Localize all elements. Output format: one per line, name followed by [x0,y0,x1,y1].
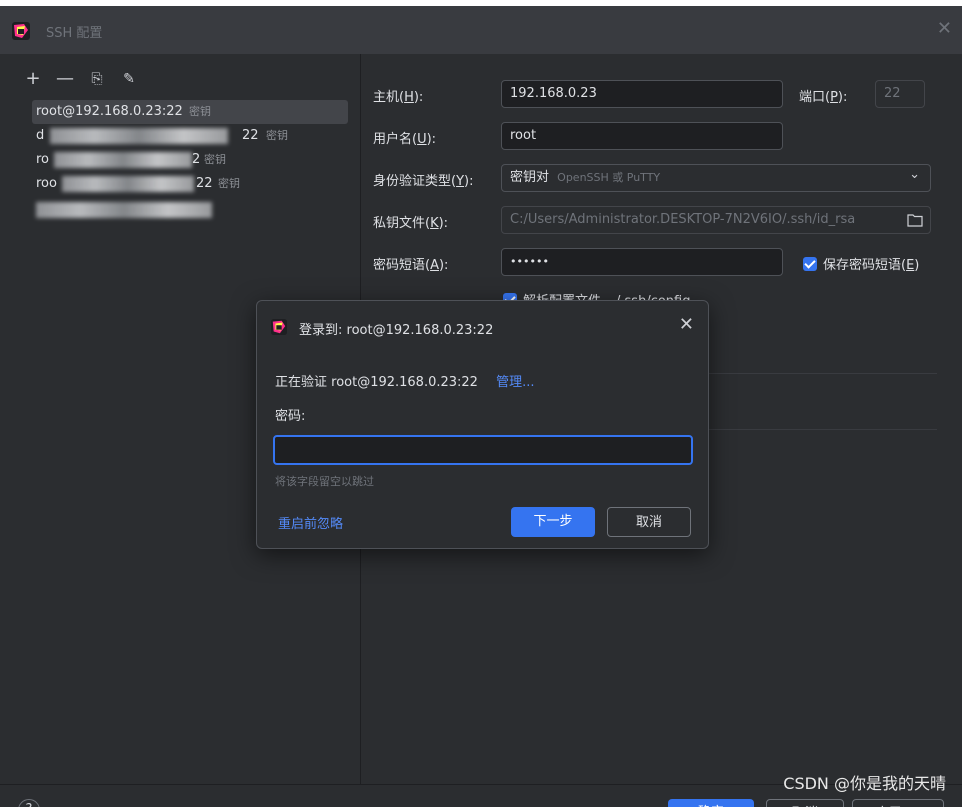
cancel-button[interactable]: 取消 [766,799,844,807]
redacted-blur [50,128,228,144]
list-item-host-suffix: 2 [192,152,201,167]
apply-button[interactable]: 应用(A) [852,799,944,807]
auth-type-hint: OpenSSH 或 PuTTY [557,171,661,184]
list-item-host: d [36,128,45,143]
dialog-close-icon[interactable]: ✕ [679,315,694,335]
keyfile-label: 私钥文件(K): [373,216,449,231]
verifying-text: 正在验证 root@192.168.0.23:22 [275,375,478,390]
app-logo-icon [12,22,30,40]
list-item-tag: 密钥 [218,177,240,190]
ignore-until-restart-link[interactable]: 重启前忽略 [278,513,343,532]
redacted-blur [54,152,192,168]
port-field[interactable]: 22 [875,80,925,108]
ok-button[interactable]: 确定 [668,799,754,807]
help-icon[interactable]: ? [18,799,40,807]
chevron-down-icon: ⌄ [909,167,920,182]
edit-icon[interactable]: ✎ [120,70,138,88]
passphrase-field[interactable]: •••••• [501,248,783,276]
app-logo-icon [271,319,287,335]
port-label: 端口(P): [799,90,848,105]
host-field[interactable]: 192.168.0.23 [501,80,783,108]
manage-link[interactable]: 管理... [496,375,534,390]
list-item-host: root@192.168.0.23:22 [36,104,183,119]
add-icon[interactable]: + [24,70,42,88]
list-item[interactable]: roo 22 密钥 [32,172,348,196]
window-title: SSH 配置 [46,26,103,41]
password-input[interactable] [273,435,693,465]
remove-icon[interactable]: — [56,70,74,88]
list-item-tag: 密钥 [266,129,288,142]
window-close-icon[interactable]: ✕ [937,19,952,39]
title-bar: SSH 配置 ✕ [0,6,962,54]
login-dialog: 登录到: root@192.168.0.23:22 ✕ 正在验证 root@19… [256,300,709,549]
list-toolbar: + — ⎘ ✎ [24,70,138,88]
list-item[interactable]: ro 2 密钥 [32,148,348,172]
copy-icon[interactable]: ⎘ [88,70,106,88]
username-label: 用户名(U): [373,132,437,147]
watermark: CSDN @你是我的天晴 [783,774,946,793]
list-item[interactable]: d 22 密钥 [32,124,348,148]
checkbox-checked-icon [803,257,817,271]
password-hint: 将该字段留空以跳过 [275,475,374,488]
auth-type-select[interactable]: 密钥对 OpenSSH 或 PuTTY ⌄ [501,164,931,192]
verifying-row: 正在验证 root@192.168.0.23:22 管理... [275,371,535,390]
list-item[interactable] [32,196,348,220]
ssh-config-window: SSH 配置 ✕ + — ⎘ ✎ root@192.168.0.23:22 密钥… [0,6,962,807]
keyfile-value: C:/Users/Administrator.DESKTOP-7N2V6IO/.… [510,212,856,227]
section-divider [709,373,937,374]
list-item-host-suffix: 22 [196,176,213,191]
username-field[interactable]: root [501,122,783,150]
host-label: 主机(H): [373,90,424,105]
redacted-blur [62,176,194,192]
list-item-tag: 密钥 [204,153,226,166]
list-item-host-suffix: 22 [242,128,259,143]
keyfile-field[interactable]: C:/Users/Administrator.DESKTOP-7N2V6IO/.… [501,206,931,234]
dialog-cancel-button[interactable]: 取消 [607,507,691,537]
auth-type-value: 密钥对 [510,170,550,185]
list-item-host: roo [36,176,57,191]
password-label: 密码: [275,409,306,424]
passphrase-label: 密码短语(A): [373,258,449,273]
list-item-tag: 密钥 [188,105,211,118]
section-divider [709,429,937,430]
dialog-title: 登录到: root@192.168.0.23:22 [299,323,494,338]
redacted-blur [36,202,212,218]
auth-type-label: 身份验证类型(Y): [373,174,474,189]
folder-icon[interactable] [907,213,923,227]
ssh-config-list: root@192.168.0.23:22 密钥 d 22 密钥 ro 2 密钥 … [32,100,348,220]
next-button[interactable]: 下一步 [511,507,595,537]
save-passphrase-checkbox[interactable]: 保存密码短语(E) [803,254,919,273]
list-item-host: ro [36,152,50,167]
screenshot-frame: SSH 配置 ✕ + — ⎘ ✎ root@192.168.0.23:22 密钥… [0,0,962,807]
list-item[interactable]: root@192.168.0.23:22 密钥 [32,100,348,124]
